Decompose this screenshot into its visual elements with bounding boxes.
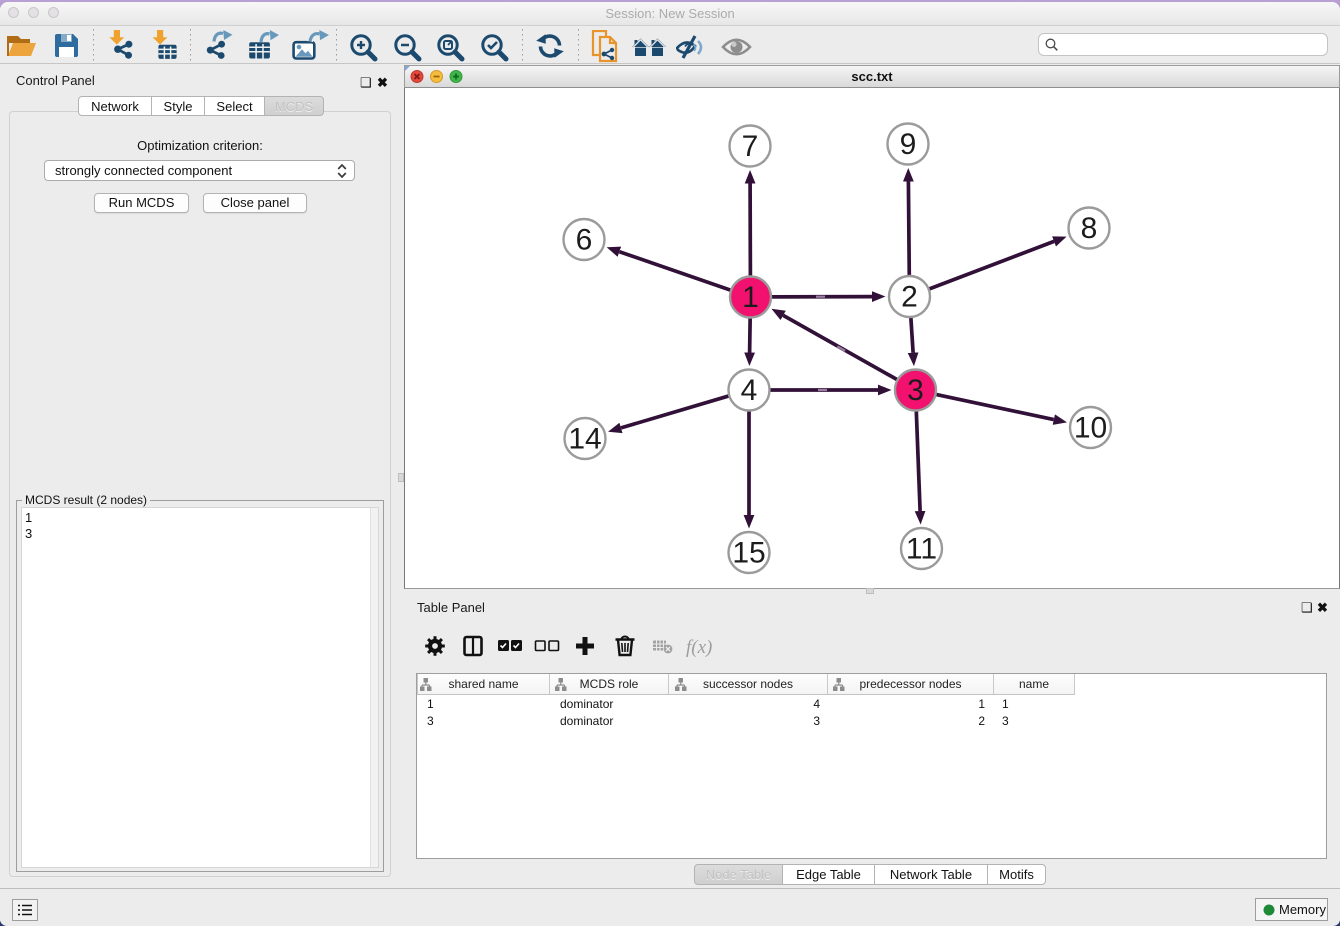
svg-text:14: 14: [568, 423, 601, 456]
svg-text:10: 10: [1074, 412, 1107, 445]
svg-text:4: 4: [741, 374, 758, 407]
svg-text:7: 7: [742, 130, 759, 163]
svg-text:2: 2: [901, 281, 918, 314]
svg-text:9: 9: [900, 128, 917, 161]
svg-text:15: 15: [732, 537, 765, 570]
svg-text:6: 6: [576, 224, 593, 257]
svg-text:3: 3: [907, 374, 924, 407]
svg-text:1: 1: [742, 281, 759, 314]
svg-text:8: 8: [1081, 212, 1098, 245]
svg-text:f(x): f(x): [686, 637, 712, 658]
svg-text:11: 11: [906, 533, 937, 566]
